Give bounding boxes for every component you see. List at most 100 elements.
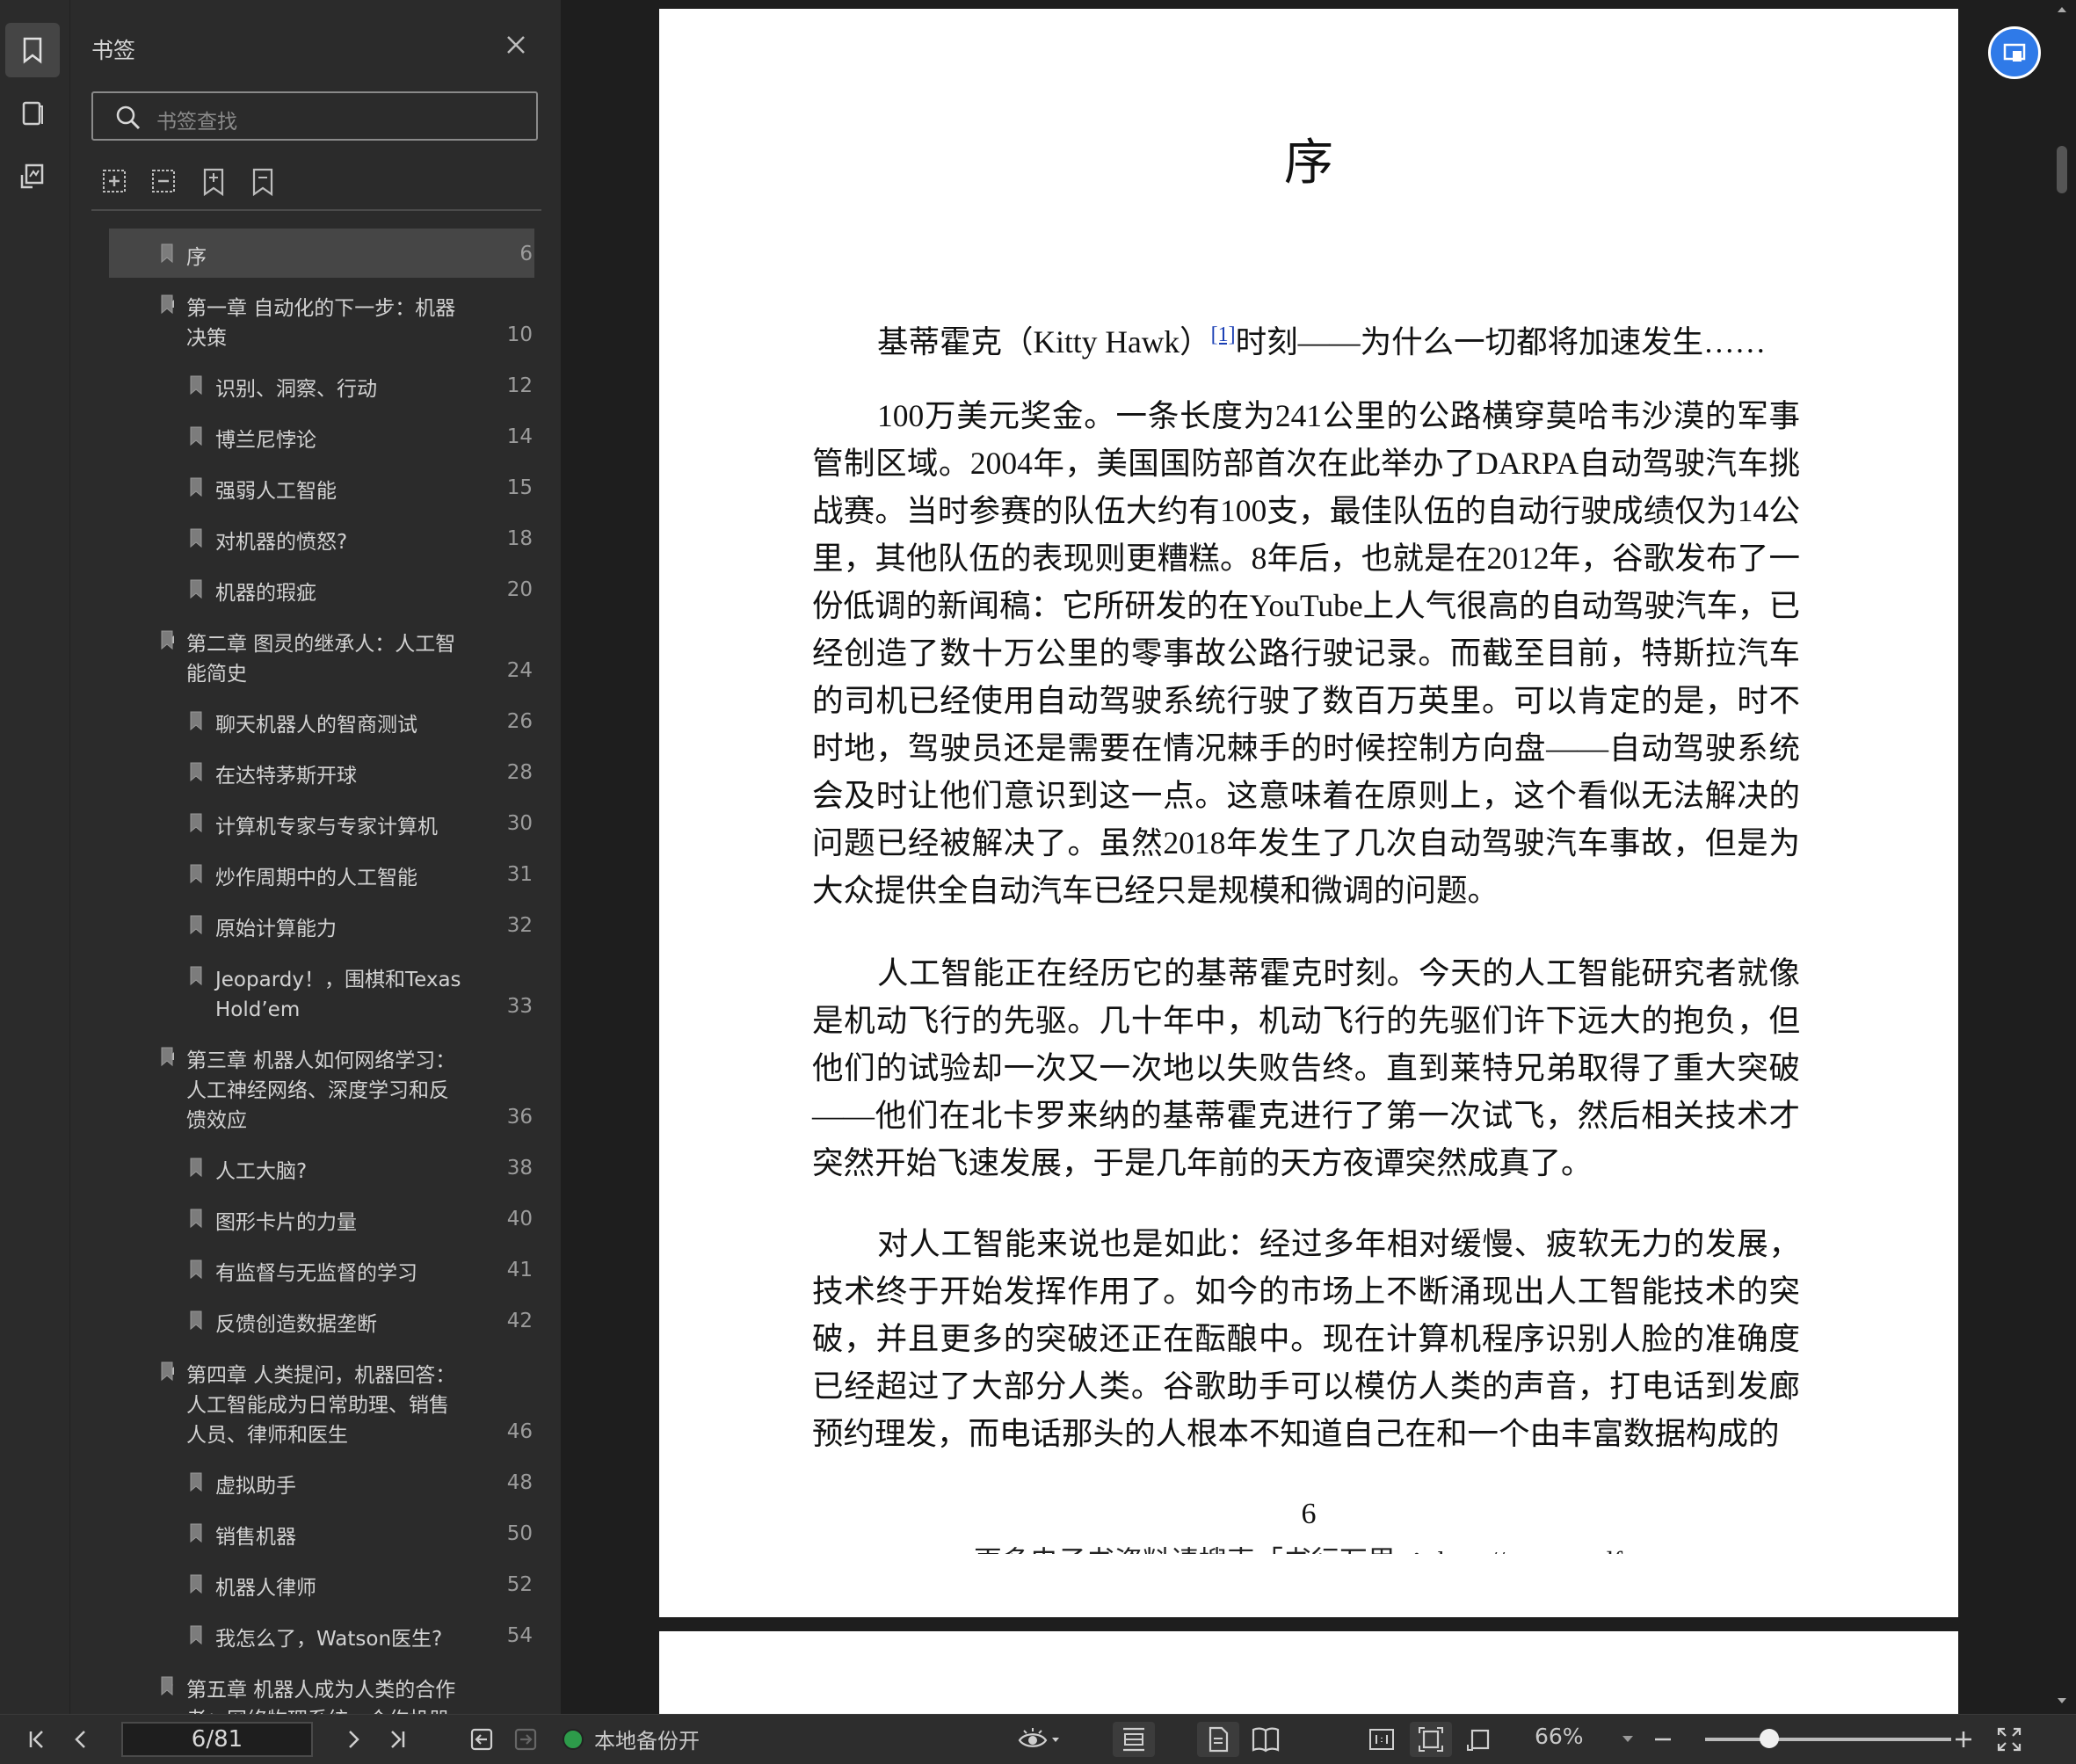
bookmark-item[interactable]: 对机器的愤怒? 18: [91, 510, 538, 561]
bookmark-item[interactable]: 在达特茅斯开球 28: [91, 744, 538, 795]
bookmarks-panel-button[interactable]: [5, 23, 60, 77]
bookmark-page-number: 28: [506, 761, 533, 784]
scrollbar-thumb[interactable]: [2057, 146, 2067, 193]
zoom-level[interactable]: 66%: [1535, 1724, 1584, 1749]
document-scrollbar[interactable]: [2048, 0, 2076, 1714]
intro-rest: 时刻——为什么一切都将加速发生……: [1235, 323, 1767, 359]
add-bookmark-button[interactable]: [199, 167, 230, 199]
bookmark-item[interactable]: 图形卡片的力量 40: [91, 1190, 538, 1241]
scroll-up-icon: [2058, 7, 2066, 12]
forward-icon: [514, 1728, 537, 1751]
bookmark-item[interactable]: 聊天机器人的智商测试 26: [91, 693, 538, 744]
bookmark-page-number: 10: [506, 323, 533, 346]
bookmark-chapter[interactable]: 第五章 机器人成为人类的合作者：网络物理系统、合作机器: [91, 1658, 538, 1714]
bookmark-item[interactable]: 博兰尼悖论 14: [91, 408, 538, 459]
fullscreen-button[interactable]: [1990, 1722, 2029, 1757]
remove-bookmark-icon: [252, 168, 273, 197]
bookmark-label: 聊天机器人的智商测试: [215, 714, 417, 737]
actual-size-button[interactable]: [1362, 1722, 1401, 1757]
document-viewer: 序 基蒂霍克（Kitty Hawk）[1]时刻——为什么一切都将加速发生…… 1…: [563, 0, 2076, 1719]
bookmark-page-number: 40: [506, 1208, 533, 1230]
bookmark-label: 有监督与无监督的学习: [215, 1262, 417, 1285]
annotations-panel-button[interactable]: [5, 149, 60, 204]
bookmark-label: 机器的瑕疵: [215, 582, 316, 605]
thumbnails-panel-button[interactable]: [5, 86, 60, 141]
bookmark-icon: [190, 966, 202, 986]
bookmark-chapter[interactable]: 第一章 自动化的下一步：机器决策 10: [91, 276, 538, 357]
next-page-button[interactable]: [336, 1722, 371, 1757]
back-button[interactable]: [464, 1722, 499, 1757]
single-page-icon: [1209, 1726, 1229, 1753]
bookmark-icon: [190, 762, 202, 782]
zoom-slider-knob[interactable]: [1759, 1729, 1779, 1748]
status-bar: 6/81 本地备份开 66%: [0, 1714, 2076, 1764]
last-page-button[interactable]: [380, 1722, 415, 1757]
close-sidebar-button[interactable]: [503, 32, 529, 58]
fit-width-button[interactable]: [1113, 1722, 1155, 1757]
previous-page-button[interactable]: [63, 1722, 98, 1757]
bookmark-item[interactable]: Jeopardy！，围棋和Texas Hold’em 33: [91, 947, 538, 1028]
bookmark-label: 原始计算能力: [215, 918, 337, 940]
bookmark-item[interactable]: 虚拟助手 48: [91, 1454, 538, 1505]
backup-status-dot: [563, 1728, 584, 1750]
chevron-left-icon: [75, 1731, 85, 1748]
collapse-all-button[interactable]: [149, 167, 181, 199]
bookmark-label: 博兰尼悖论: [215, 429, 316, 452]
search-placeholder: 书签查找: [156, 111, 237, 134]
zoom-dropdown-button[interactable]: [1615, 1722, 1640, 1757]
bookmark-page-number: 50: [506, 1522, 533, 1545]
bookmark-chapter[interactable]: 序6: [91, 225, 538, 278]
forward-button[interactable]: [508, 1722, 543, 1757]
close-icon: [507, 36, 525, 54]
bookmark-item[interactable]: 有监督与无监督的学习 41: [91, 1241, 538, 1292]
floating-tool-button[interactable]: [1988, 26, 2041, 79]
zoom-out-button[interactable]: [1645, 1722, 1680, 1757]
eye-protection-button[interactable]: [1014, 1722, 1065, 1757]
bookmark-item[interactable]: 我怎么了，Watson医生? 54: [91, 1607, 538, 1658]
bookmark-item[interactable]: 强弱人工智能 15: [91, 459, 538, 510]
bookmark-item[interactable]: 销售机器 50: [91, 1505, 538, 1556]
bookmark-page-number: 18: [506, 527, 533, 550]
bookmark-icon: [161, 1676, 173, 1696]
bookmark-label: Jeopardy！，围棋和Texas Hold’em: [215, 969, 461, 1021]
bookmark-chapter[interactable]: 第二章 图灵的继承人：人工智能简史 24: [91, 612, 538, 693]
expand-all-button[interactable]: [100, 167, 132, 199]
bookmark-icon: [190, 1259, 202, 1280]
bookmark-icon: [190, 1310, 202, 1331]
bookmark-icon: [190, 528, 202, 548]
first-page-icon: [29, 1731, 43, 1748]
remove-bookmark-button[interactable]: [248, 167, 279, 199]
zoom-slider[interactable]: [1705, 1738, 1951, 1741]
body-paragraph: 人工智能正在经历它的基蒂霍克时刻。今天的人工智能研究者就像是机动飞行的先驱。几十…: [812, 955, 1800, 1180]
bookmark-item[interactable]: 识别、洞察、行动 12: [91, 357, 538, 408]
last-page-icon: [391, 1731, 405, 1748]
fit-page-button[interactable]: [1410, 1722, 1452, 1757]
zoom-in-button[interactable]: [1946, 1722, 1981, 1757]
bookmark-icon: [190, 477, 202, 497]
bookmark-item[interactable]: 原始计算能力 32: [91, 897, 538, 947]
single-page-button[interactable]: [1197, 1722, 1239, 1757]
bookmark-icon: [161, 1361, 173, 1382]
bookmark-page-number: 46: [506, 1420, 533, 1443]
bookmark-item[interactable]: 反馈创造数据垄断 42: [91, 1292, 538, 1343]
collapse-all-icon: [152, 170, 175, 192]
bookmark-item[interactable]: 机器的瑕疵 20: [91, 561, 538, 612]
bookmark-item[interactable]: 炒作周期中的人工智能 31: [91, 846, 538, 897]
bookmark-label: 第二章 图灵的继承人：人工智能简史: [186, 633, 456, 686]
bookmark-page-number: 20: [506, 578, 533, 601]
bookmark-item[interactable]: 机器人律师 52: [91, 1556, 538, 1607]
bookmark-chapter[interactable]: 第四章 人类提问，机器回答：人工智能成为日常助理、销售人员、律师和医生 46: [91, 1343, 538, 1454]
fit-width-icon: [1123, 1727, 1144, 1752]
first-page-button[interactable]: [19, 1722, 54, 1757]
local-backup-status[interactable]: 本地备份开: [563, 1724, 700, 1754]
bookmark-label: 在达特茅斯开球: [215, 765, 357, 788]
bookmark-item[interactable]: 人工大脑? 38: [91, 1139, 538, 1190]
bookmark-item[interactable]: 计算机专家与专家计算机 30: [91, 795, 538, 846]
bookmark-chapter[interactable]: 第三章 机器人如何网络学习：人工神经网络、深度学习和反馈效应 36: [91, 1028, 538, 1139]
add-bookmark-icon: [203, 168, 224, 197]
page-number-input[interactable]: 6/81: [121, 1722, 313, 1757]
two-page-button[interactable]: [1245, 1722, 1287, 1757]
footnote-link[interactable]: [1]: [1211, 323, 1236, 346]
rotate-button[interactable]: [1459, 1722, 1498, 1757]
bookmark-search-input[interactable]: 书签查找: [91, 91, 538, 141]
